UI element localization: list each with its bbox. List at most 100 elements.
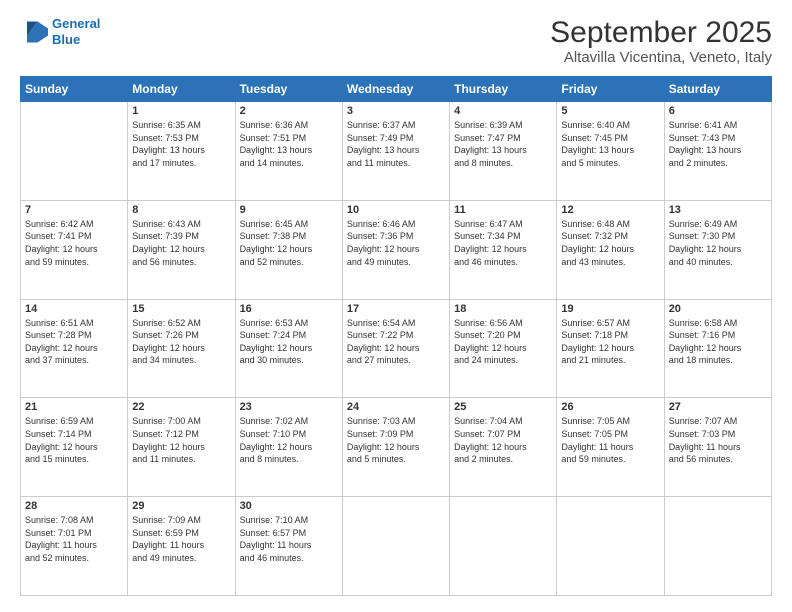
day-number: 13 <box>669 204 767 216</box>
day-number: 21 <box>25 401 123 413</box>
day-info: Sunrise: 7:07 AMSunset: 7:03 PMDaylight:… <box>669 415 767 465</box>
weekday-header-saturday: Saturday <box>664 77 771 102</box>
day-info: Sunrise: 6:41 AMSunset: 7:43 PMDaylight:… <box>669 119 767 169</box>
day-info: Sunrise: 6:48 AMSunset: 7:32 PMDaylight:… <box>561 218 659 268</box>
calendar-week-row: 7 Sunrise: 6:42 AMSunset: 7:41 PMDaylight… <box>21 200 772 299</box>
weekday-header-wednesday: Wednesday <box>342 77 449 102</box>
calendar-cell <box>664 497 771 596</box>
location-title: Altavilla Vicentina, Veneto, Italy <box>550 49 772 66</box>
calendar-cell: 6 Sunrise: 6:41 AMSunset: 7:43 PMDaylight… <box>664 102 771 201</box>
calendar-cell: 28Sunrise: 7:08 AMSunset: 7:01 PMDayligh… <box>21 497 128 596</box>
day-info: Sunrise: 6:52 AMSunset: 7:26 PMDaylight:… <box>132 317 230 367</box>
day-info: Sunrise: 6:45 AMSunset: 7:38 PMDaylight:… <box>240 218 338 268</box>
day-number: 2 <box>240 105 338 117</box>
day-number: 3 <box>347 105 445 117</box>
logo: General Blue <box>20 16 100 47</box>
calendar-cell: 12 Sunrise: 6:48 AMSunset: 7:32 PMDayligh… <box>557 200 664 299</box>
calendar-week-row: 1 Sunrise: 6:35 AMSunset: 7:53 PMDaylight… <box>21 102 772 201</box>
day-number: 4 <box>454 105 552 117</box>
day-info: Sunrise: 7:04 AMSunset: 7:07 PMDaylight:… <box>454 415 552 465</box>
calendar-cell: 1 Sunrise: 6:35 AMSunset: 7:53 PMDaylight… <box>128 102 235 201</box>
calendar-cell: 5Sunrise: 6:40 AMSunset: 7:45 PMDaylight… <box>557 102 664 201</box>
calendar-cell: 14Sunrise: 6:51 AMSunset: 7:28 PMDayligh… <box>21 299 128 398</box>
weekday-header-thursday: Thursday <box>450 77 557 102</box>
calendar-cell: 3 Sunrise: 6:37 AMSunset: 7:49 PMDaylight… <box>342 102 449 201</box>
day-number: 27 <box>669 401 767 413</box>
day-number: 24 <box>347 401 445 413</box>
day-number: 17 <box>347 303 445 315</box>
calendar-cell: 23 Sunrise: 7:02 AMSunset: 7:10 PMDayligh… <box>235 398 342 497</box>
calendar-cell: 9 Sunrise: 6:45 AMSunset: 7:38 PMDaylight… <box>235 200 342 299</box>
day-info: Sunrise: 6:43 AMSunset: 7:39 PMDaylight:… <box>132 218 230 268</box>
day-number: 16 <box>240 303 338 315</box>
day-info: Sunrise: 7:05 AMSunset: 7:05 PMDaylight:… <box>561 415 659 465</box>
day-info: Sunrise: 7:09 AMSunset: 6:59 PMDaylight:… <box>132 514 230 564</box>
day-info: Sunrise: 6:42 AMSunset: 7:41 PMDaylight:… <box>25 218 123 268</box>
day-number: 5 <box>561 105 659 117</box>
calendar-cell: 11Sunrise: 6:47 AMSunset: 7:34 PMDayligh… <box>450 200 557 299</box>
day-info: Sunrise: 6:51 AMSunset: 7:28 PMDaylight:… <box>25 317 123 367</box>
day-info: Sunrise: 6:53 AMSunset: 7:24 PMDaylight:… <box>240 317 338 367</box>
day-number: 15 <box>132 303 230 315</box>
day-info: Sunrise: 6:58 AMSunset: 7:16 PMDaylight:… <box>669 317 767 367</box>
weekday-header-tuesday: Tuesday <box>235 77 342 102</box>
day-number: 6 <box>669 105 767 117</box>
weekday-header-monday: Monday <box>128 77 235 102</box>
calendar-cell: 25 Sunrise: 7:04 AMSunset: 7:07 PMDayligh… <box>450 398 557 497</box>
calendar-cell: 24Sunrise: 7:03 AMSunset: 7:09 PMDayligh… <box>342 398 449 497</box>
day-info: Sunrise: 6:57 AMSunset: 7:18 PMDaylight:… <box>561 317 659 367</box>
day-info: Sunrise: 6:35 AMSunset: 7:53 PMDaylight:… <box>132 119 230 169</box>
day-info: Sunrise: 6:56 AMSunset: 7:20 PMDaylight:… <box>454 317 552 367</box>
day-number: 30 <box>240 500 338 512</box>
page: General Blue September 2025 Altavilla Vi… <box>0 0 792 612</box>
day-number: 29 <box>132 500 230 512</box>
day-info: Sunrise: 6:39 AMSunset: 7:47 PMDaylight:… <box>454 119 552 169</box>
day-number: 28 <box>25 500 123 512</box>
calendar-table: SundayMondayTuesdayWednesdayThursdayFrid… <box>20 76 772 596</box>
calendar-cell: 7 Sunrise: 6:42 AMSunset: 7:41 PMDaylight… <box>21 200 128 299</box>
day-info: Sunrise: 6:46 AMSunset: 7:36 PMDaylight:… <box>347 218 445 268</box>
day-info: Sunrise: 6:37 AMSunset: 7:49 PMDaylight:… <box>347 119 445 169</box>
weekday-header-row: SundayMondayTuesdayWednesdayThursdayFrid… <box>21 77 772 102</box>
logo-line1: General <box>52 16 100 31</box>
calendar-cell: 19 Sunrise: 6:57 AMSunset: 7:18 PMDayligh… <box>557 299 664 398</box>
calendar-cell: 20Sunrise: 6:58 AMSunset: 7:16 PMDayligh… <box>664 299 771 398</box>
day-number: 25 <box>454 401 552 413</box>
day-number: 19 <box>561 303 659 315</box>
logo-text: General Blue <box>52 16 100 47</box>
day-number: 23 <box>240 401 338 413</box>
day-number: 9 <box>240 204 338 216</box>
calendar-cell: 17 Sunrise: 6:54 AMSunset: 7:22 PMDayligh… <box>342 299 449 398</box>
calendar-cell <box>21 102 128 201</box>
day-info: Sunrise: 6:36 AMSunset: 7:51 PMDaylight:… <box>240 119 338 169</box>
day-number: 8 <box>132 204 230 216</box>
calendar-cell: 22 Sunrise: 7:00 AMSunset: 7:12 PMDayligh… <box>128 398 235 497</box>
calendar-cell: 30Sunrise: 7:10 AMSunset: 6:57 PMDayligh… <box>235 497 342 596</box>
day-number: 12 <box>561 204 659 216</box>
calendar-week-row: 28Sunrise: 7:08 AMSunset: 7:01 PMDayligh… <box>21 497 772 596</box>
calendar-week-row: 21Sunrise: 6:59 AMSunset: 7:14 PMDayligh… <box>21 398 772 497</box>
day-number: 10 <box>347 204 445 216</box>
weekday-header-friday: Friday <box>557 77 664 102</box>
logo-line2: Blue <box>52 32 80 47</box>
day-info: Sunrise: 6:47 AMSunset: 7:34 PMDaylight:… <box>454 218 552 268</box>
calendar-cell <box>450 497 557 596</box>
day-info: Sunrise: 7:00 AMSunset: 7:12 PMDaylight:… <box>132 415 230 465</box>
day-number: 22 <box>132 401 230 413</box>
calendar-cell: 13Sunrise: 6:49 AMSunset: 7:30 PMDayligh… <box>664 200 771 299</box>
day-info: Sunrise: 7:02 AMSunset: 7:10 PMDaylight:… <box>240 415 338 465</box>
day-number: 7 <box>25 204 123 216</box>
day-number: 18 <box>454 303 552 315</box>
day-info: Sunrise: 6:54 AMSunset: 7:22 PMDaylight:… <box>347 317 445 367</box>
calendar-cell <box>557 497 664 596</box>
calendar-cell: 16 Sunrise: 6:53 AMSunset: 7:24 PMDayligh… <box>235 299 342 398</box>
calendar-cell <box>342 497 449 596</box>
calendar-cell: 29 Sunrise: 7:09 AMSunset: 6:59 PMDayligh… <box>128 497 235 596</box>
day-number: 1 <box>132 105 230 117</box>
calendar-cell: 26 Sunrise: 7:05 AMSunset: 7:05 PMDayligh… <box>557 398 664 497</box>
calendar-week-row: 14Sunrise: 6:51 AMSunset: 7:28 PMDayligh… <box>21 299 772 398</box>
calendar-cell: 15 Sunrise: 6:52 AMSunset: 7:26 PMDayligh… <box>128 299 235 398</box>
day-number: 26 <box>561 401 659 413</box>
month-title: September 2025 <box>550 16 772 49</box>
weekday-header-sunday: Sunday <box>21 77 128 102</box>
